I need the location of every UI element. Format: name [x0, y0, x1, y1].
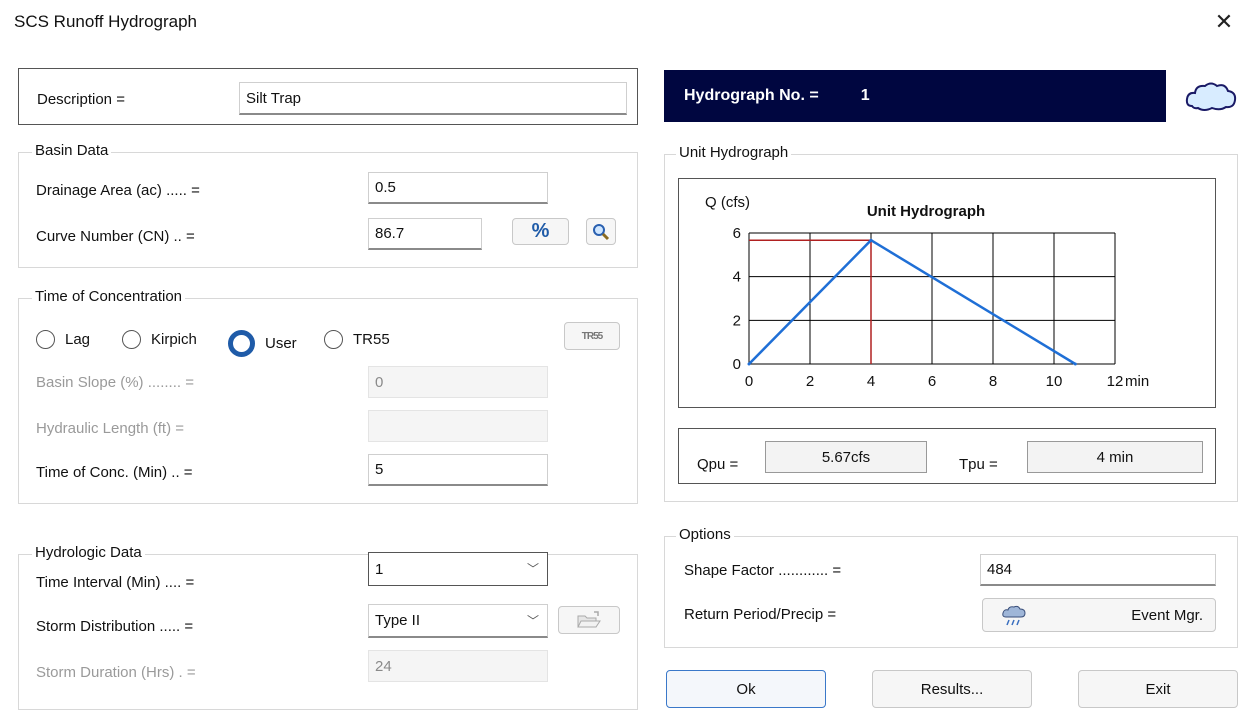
tpu-label: Tpu = [959, 456, 998, 473]
shape-factor-label: Shape Factor ............ = [684, 562, 842, 579]
qpu-value: 5.67cfs [765, 441, 927, 473]
radio-kirpich[interactable]: Kirpich [122, 330, 197, 349]
description-input[interactable]: Silt Trap [239, 82, 627, 115]
x-tick-label: 4 [867, 373, 875, 390]
magnifier-icon [593, 223, 610, 240]
radio-user[interactable]: User [228, 330, 297, 357]
close-button[interactable]: ✕ [1210, 8, 1238, 36]
tpu-value: 4 min [1027, 441, 1203, 473]
radio-lag-label: Lag [65, 331, 91, 348]
x-tick-label: 10 [1046, 373, 1063, 390]
qpu-label: Qpu = [697, 456, 739, 473]
hydrograph-point [869, 238, 873, 242]
storm-duration-label: Storm Duration (Hrs) . = [36, 664, 196, 681]
time-interval-label: Time Interval (Min) .... = [36, 574, 195, 591]
storm-distribution-label: Storm Distribution ..... = [36, 618, 194, 635]
radio-tr55-label: TR55 [353, 331, 390, 348]
hydrograph-point [1073, 362, 1077, 366]
time-interval-select[interactable]: 1 ﹀ [368, 552, 548, 586]
radio-kirpich-label: Kirpich [151, 331, 197, 348]
x-tick-label: 0 [745, 373, 753, 390]
chart-title: Unit Hydrograph [867, 203, 985, 220]
storm-distribution-select[interactable]: Type II ﹀ [368, 604, 548, 638]
y-tick-label: 0 [733, 356, 741, 373]
y-tick-label: 6 [733, 225, 741, 242]
hydrograph-point [747, 362, 751, 366]
exit-button[interactable]: Exit [1078, 670, 1238, 708]
unit-hydrograph-group-title: Unit Hydrograph [676, 144, 792, 161]
radio-lag[interactable]: Lag [36, 330, 90, 349]
time-of-conc-input[interactable]: 5 [368, 454, 548, 486]
radio-tr55[interactable]: TR55 [324, 330, 390, 349]
x-tick-label: 8 [989, 373, 997, 390]
event-manager-label: Event Mgr. [1131, 606, 1203, 624]
curve-number-label: Curve Number (CN) .. = [36, 228, 195, 245]
cloud-icon[interactable] [1184, 80, 1238, 114]
radio-lag-circle[interactable] [36, 330, 55, 349]
x-tick-label: 6 [928, 373, 936, 390]
radio-tr55-circle[interactable] [324, 330, 343, 349]
x-tick-label: 2 [806, 373, 814, 390]
tr55-button[interactable]: TR55 [564, 322, 620, 350]
basin-slope-label: Basin Slope (%) ........ = [36, 374, 194, 391]
storm-duration-input[interactable]: 24 [368, 650, 548, 682]
basin-data-group [18, 152, 638, 268]
hydrograph-number-value: 1 [860, 87, 870, 104]
radio-user-circle[interactable] [228, 330, 255, 357]
drainage-area-input[interactable]: 0.5 [368, 172, 548, 204]
chevron-down-icon: ﹀ [526, 614, 539, 628]
chevron-down-icon: ﹀ [526, 562, 539, 576]
hydrograph-number-header: Hydrograph No. = 1 [664, 70, 1166, 122]
peak-summary-box: Qpu = 5.67cfs Tpu = 4 min [678, 428, 1216, 484]
open-distribution-button[interactable] [558, 606, 620, 634]
options-title: Options [676, 526, 734, 543]
hydrograph-number-label: Hydrograph No. = [684, 87, 819, 104]
curve-number-input[interactable]: 86.7 [368, 218, 482, 250]
window-title: SCS Runoff Hydrograph [14, 12, 198, 31]
return-period-label: Return Period/Precip = [684, 606, 837, 623]
percent-button[interactable]: % [512, 218, 569, 245]
radio-user-label: User [265, 335, 297, 352]
basin-data-title: Basin Data [32, 142, 112, 159]
radio-kirpich-circle[interactable] [122, 330, 141, 349]
description-label: Description = [37, 91, 125, 108]
chart-ylabel: Q (cfs) [705, 194, 750, 211]
hydrograph-series-line [748, 238, 1076, 366]
hydraulic-length-input[interactable] [368, 410, 548, 442]
hydrologic-data-title: Hydrologic Data [32, 544, 145, 561]
drainage-area-label: Drainage Area (ac) ..... = [36, 182, 200, 199]
storm-distribution-value: Type II [375, 612, 421, 629]
time-interval-value: 1 [375, 560, 384, 578]
folder-open-icon [577, 611, 601, 628]
y-tick-label: 2 [733, 312, 741, 329]
shape-factor-input[interactable]: 484 [980, 554, 1216, 586]
x-unit-label: min [1125, 373, 1149, 390]
chart-frame: Q (cfs) Unit Hydrograph 0 2 4 6 8 10 12 0 2 4 6 min [678, 178, 1216, 408]
y-tick-label: 4 [733, 269, 741, 286]
basin-slope-input[interactable]: 0 [368, 366, 548, 398]
description-box: Description = Silt Trap [18, 68, 638, 125]
toc-title: Time of Concentration [32, 288, 186, 305]
hydraulic-length-label: Hydraulic Length (ft) = [36, 420, 184, 437]
unit-hydrograph-chart: Q (cfs) Unit Hydrograph 0 2 4 6 8 10 12 0 2 4 6 min [705, 194, 1149, 390]
ok-button[interactable]: Ok [666, 670, 826, 708]
time-of-conc-label: Time of Conc. (Min) .. = [36, 464, 193, 481]
storm-cloud-icon [1002, 605, 1026, 626]
x-tick-label: 12 [1107, 373, 1124, 390]
event-manager-button[interactable]: Event Mgr. [982, 598, 1216, 632]
results-button[interactable]: Results... [872, 670, 1032, 708]
cn-lookup-button[interactable] [586, 218, 616, 245]
